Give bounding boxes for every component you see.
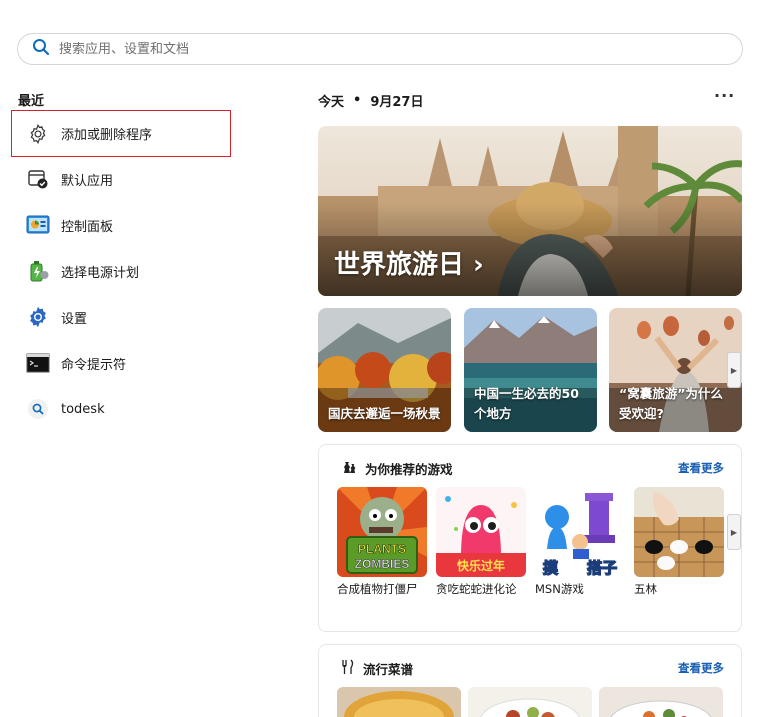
hero-title: 世界旅游日 › — [334, 250, 484, 280]
gear-icon — [25, 121, 51, 147]
settings-icon — [25, 304, 51, 330]
fork-knife-icon — [341, 659, 355, 678]
news-card-travel[interactable]: “窝囊旅游”为什么受欢迎? — [609, 308, 742, 432]
search-input[interactable] — [59, 41, 699, 57]
games-panel: 为你推荐的游戏 查看更多 PLANTS ZOMBIES 合成植物打僵尸 快乐过年… — [318, 444, 742, 632]
news-card-autumn[interactable]: 国庆去邂逅一场秋景 — [318, 308, 451, 432]
recipes-panel-title: 流行菜谱 — [363, 662, 414, 677]
today-label: 今天 — [318, 95, 345, 110]
recipe-image — [599, 687, 723, 717]
svg-text:ZOMBIES: ZOMBIES — [355, 557, 410, 571]
game-card-pvz[interactable]: PLANTS ZOMBIES 合成植物打僵尸 — [337, 487, 427, 597]
date-label: 9月27日 — [370, 95, 424, 110]
recent-item-settings[interactable]: 设置 — [12, 294, 292, 340]
recent-item-label: todesk — [61, 401, 105, 417]
card-title: 国庆去邂逅一场秋景 — [328, 406, 441, 421]
recent-item-label: 控制面板 — [61, 219, 114, 235]
recent-item-control-panel[interactable]: 控制面板 — [12, 202, 292, 248]
default-apps-icon — [25, 166, 51, 192]
game-art-text: PLANTS — [358, 542, 406, 556]
game-card-gomoku[interactable]: 五林 — [634, 487, 724, 597]
recipe-card[interactable] — [337, 687, 461, 717]
card-title: 中国一生必去的50个地方 — [474, 386, 579, 421]
games-panel-header: 为你推荐的游戏 — [341, 459, 453, 478]
recipe-card[interactable] — [468, 687, 592, 717]
recent-list: 添加或删除程序 默认应用 控制面板 选择电源计划 设置 命令提示符 todesk — [11, 110, 292, 432]
recent-item-add-remove-programs[interactable]: 添加或删除程序 — [11, 110, 231, 157]
recent-item-label: 选择电源计划 — [61, 265, 140, 281]
chevron-right-icon: ▶ — [730, 527, 738, 537]
games-scroll-right-button[interactable]: ▶ — [727, 514, 741, 550]
recent-item-power-plan[interactable]: 选择电源计划 — [12, 248, 292, 294]
svg-text:摸: 摸 — [543, 559, 558, 577]
recipes-panel-header: 流行菜谱 — [341, 659, 413, 678]
hero-card[interactable]: 世界旅游日 › — [318, 126, 742, 296]
svg-text:搭子: 搭子 — [587, 559, 617, 577]
games-panel-title: 为你推荐的游戏 — [365, 462, 453, 477]
game-card-msn[interactable]: 摸 搭子 MSN游戏 — [535, 487, 625, 597]
control-panel-icon — [25, 212, 51, 238]
recent-item-label: 添加或删除程序 — [61, 128, 153, 143]
recipe-image — [468, 687, 592, 717]
news-card-china-places[interactable]: 中国一生必去的50个地方 — [464, 308, 597, 432]
feed-date-header: 今天 • 9月27日 — [318, 91, 423, 110]
recent-heading: 最近 — [18, 94, 45, 109]
recent-item-label: 设置 — [61, 311, 88, 327]
recipe-card[interactable] — [599, 687, 723, 717]
news-scroll-right-button[interactable]: ▶ — [727, 352, 741, 388]
recipes-see-more-link[interactable]: 查看更多 — [678, 660, 724, 676]
recipes-panel: 流行菜谱 查看更多 — [318, 644, 742, 717]
search-icon — [25, 396, 51, 422]
game-thumbnail: 摸 搭子 — [535, 487, 625, 577]
game-name: 贪吃蛇蛇进化论 — [436, 582, 517, 596]
recent-item-label: 命令提示符 — [61, 357, 127, 373]
more-options-button[interactable]: ··· — [714, 86, 735, 105]
card-title: “窝囊旅游”为什么受欢迎? — [619, 386, 723, 421]
recent-item-default-apps[interactable]: 默认应用 — [12, 156, 292, 202]
game-name: MSN游戏 — [535, 582, 584, 596]
game-card-snake[interactable]: 快乐过年 贪吃蛇蛇进化论 — [436, 487, 526, 597]
search-bar[interactable] — [17, 33, 743, 65]
recipe-image — [337, 687, 461, 717]
search-icon — [32, 38, 50, 60]
svg-text:快乐过年: 快乐过年 — [457, 558, 505, 573]
game-thumbnail: 快乐过年 — [436, 487, 526, 577]
recent-item-label: 默认应用 — [61, 173, 114, 189]
recent-item-todesk[interactable]: todesk — [12, 386, 292, 432]
game-name: 五林 — [634, 582, 657, 596]
recent-item-command-prompt[interactable]: 命令提示符 — [12, 340, 292, 386]
command-prompt-icon — [25, 350, 51, 376]
separator-dot: • — [353, 93, 362, 108]
chevron-right-icon: ▶ — [730, 365, 738, 375]
games-see-more-link[interactable]: 查看更多 — [678, 460, 724, 476]
game-name: 合成植物打僵尸 — [337, 582, 418, 596]
power-plan-icon — [25, 258, 51, 284]
game-thumbnail: PLANTS ZOMBIES — [337, 487, 427, 577]
game-thumbnail — [634, 487, 724, 577]
chess-icon — [341, 459, 357, 478]
